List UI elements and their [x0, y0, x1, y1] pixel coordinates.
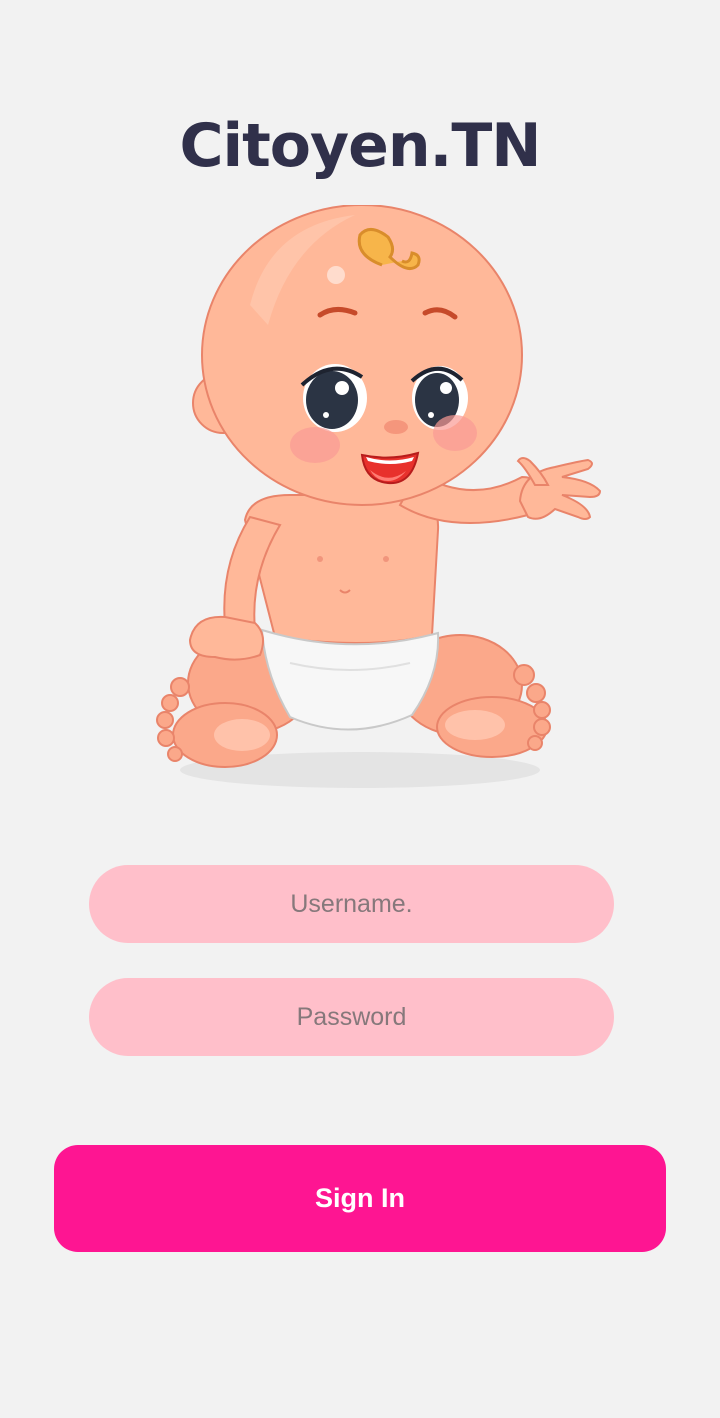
password-field[interactable] [89, 978, 614, 1056]
sign-in-button[interactable]: Sign In [54, 1145, 666, 1252]
username-field[interactable] [89, 865, 614, 943]
baby-waving-illustration [156, 205, 602, 788]
app-title: Citoyen.TN [179, 111, 542, 181]
